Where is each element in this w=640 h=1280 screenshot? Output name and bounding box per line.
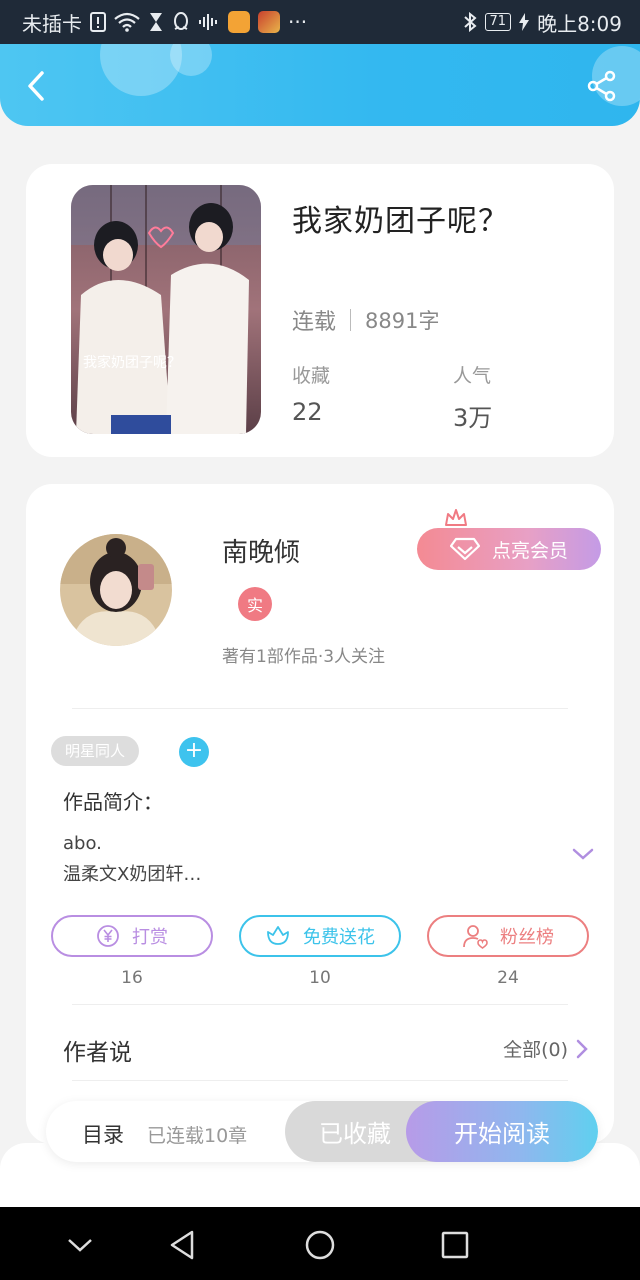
circle-home-icon <box>305 1230 335 1260</box>
send-flower-button[interactable]: 免费送花 <box>239 915 401 957</box>
tag-chip[interactable]: 明星同人 <box>51 736 140 766</box>
share-icon <box>587 70 616 102</box>
book-title: 我家奶团子呢？ <box>292 204 509 239</box>
status-bar: 未插卡 ··· 71 晚上8:09 <box>0 0 640 44</box>
sim-alert-icon <box>90 12 106 32</box>
app-notification-icon <box>228 11 250 33</box>
fan-ranking-count: 24 <box>497 968 519 988</box>
flower-count: 10 <box>309 968 331 988</box>
intro-line: 温柔文X奶团轩… <box>63 864 202 885</box>
more-notifications-icon: ··· <box>288 10 308 34</box>
square-recents-icon <box>441 1231 469 1259</box>
fan-ranking-label: 粉丝榜 <box>500 927 554 948</box>
book-info-card: 我家奶团子呢？ 我家奶团子呢？ 连载 8891字 收藏 22 人气 3万 <box>26 164 614 457</box>
triangle-back-icon <box>170 1230 194 1260</box>
hourglass-icon <box>148 12 164 32</box>
crown-icon <box>445 509 467 526</box>
author-name[interactable]: 南晚倾 <box>222 532 300 569</box>
qq-icon <box>172 12 190 32</box>
book-status-row: 连载 8891字 <box>292 304 439 336</box>
word-count: 8891字 <box>365 309 440 333</box>
chevron-down-icon[interactable] <box>571 846 595 862</box>
carrier-label: 未插卡 <box>22 11 82 36</box>
light-up-vip-button[interactable]: 点亮会员 <box>417 528 601 570</box>
chapter-progress: 已连载10章 <box>147 1125 248 1147</box>
tip-count: 16 <box>121 968 143 988</box>
battery-level: 71 <box>484 13 512 31</box>
verified-badge: 实 <box>238 587 272 621</box>
popularity-count: 3万 <box>453 404 493 432</box>
table-of-contents-button[interactable]: 目录 <box>82 1119 124 1149</box>
bluetooth-icon <box>463 12 477 32</box>
intro-title: 作品简介： <box>63 790 163 814</box>
serial-status: 连载 <box>292 310 337 335</box>
section-divider <box>72 1080 568 1081</box>
intro-line: abo. <box>63 833 102 854</box>
section-divider <box>72 708 568 709</box>
chevron-down-icon <box>68 1239 92 1252</box>
chevron-right-icon <box>576 1039 588 1058</box>
fan-ranking-button[interactable]: 粉丝榜 <box>427 915 589 957</box>
person-heart-icon <box>463 925 488 949</box>
nav-recents-button[interactable] <box>435 1225 475 1265</box>
nav-home-button[interactable] <box>300 1225 340 1265</box>
tip-button[interactable]: 打赏 <box>51 915 213 957</box>
start-reading-button[interactable]: 开始阅读 <box>406 1101 598 1162</box>
all-label: 全部(0) <box>503 1039 568 1061</box>
bottom-action-bar: 目录 已连载10章 已收藏 开始阅读 <box>46 1101 598 1162</box>
yen-icon <box>97 925 119 947</box>
nav-hide-button[interactable] <box>60 1225 100 1265</box>
share-button[interactable] <box>586 70 622 106</box>
favorites-label: 收藏 <box>292 365 331 387</box>
vip-label: 点亮会员 <box>491 539 568 562</box>
back-button[interactable] <box>18 66 54 106</box>
favorites-count: 22 <box>292 398 323 426</box>
book-cover[interactable]: 我家奶团子呢？ <box>71 185 261 434</box>
charging-icon <box>519 13 530 31</box>
add-tag-button[interactable]: + <box>179 737 209 767</box>
author-meta: 著有1部作品·3人关注 <box>222 647 386 667</box>
author-card: 南晚倾 实 著有1部作品·3人关注 点亮会员 明星同人 + 作品简介： abo.… <box>26 484 614 1144</box>
game-notification-icon <box>258 11 280 33</box>
author-says-title: 作者说 <box>63 1040 132 1066</box>
diamond-icon <box>449 537 480 561</box>
audio-wave-icon <box>198 13 220 31</box>
chevron-left-icon <box>28 71 44 101</box>
flower-icon <box>267 926 289 945</box>
section-divider <box>72 1004 568 1005</box>
system-nav-bar <box>0 1207 640 1280</box>
author-avatar[interactable] <box>60 534 172 646</box>
tip-label: 打赏 <box>132 927 168 948</box>
send-flower-label: 免费送花 <box>303 927 375 948</box>
divider <box>350 309 352 331</box>
author-says-all-link[interactable]: 全部(0) <box>503 1035 588 1062</box>
top-header <box>0 44 640 126</box>
cover-caption: 我家奶团子呢？ <box>83 354 181 371</box>
nav-back-button[interactable] <box>162 1225 202 1265</box>
clock: 晚上8:09 <box>537 11 622 36</box>
popularity-label: 人气 <box>453 365 492 387</box>
wifi-icon <box>114 12 140 32</box>
